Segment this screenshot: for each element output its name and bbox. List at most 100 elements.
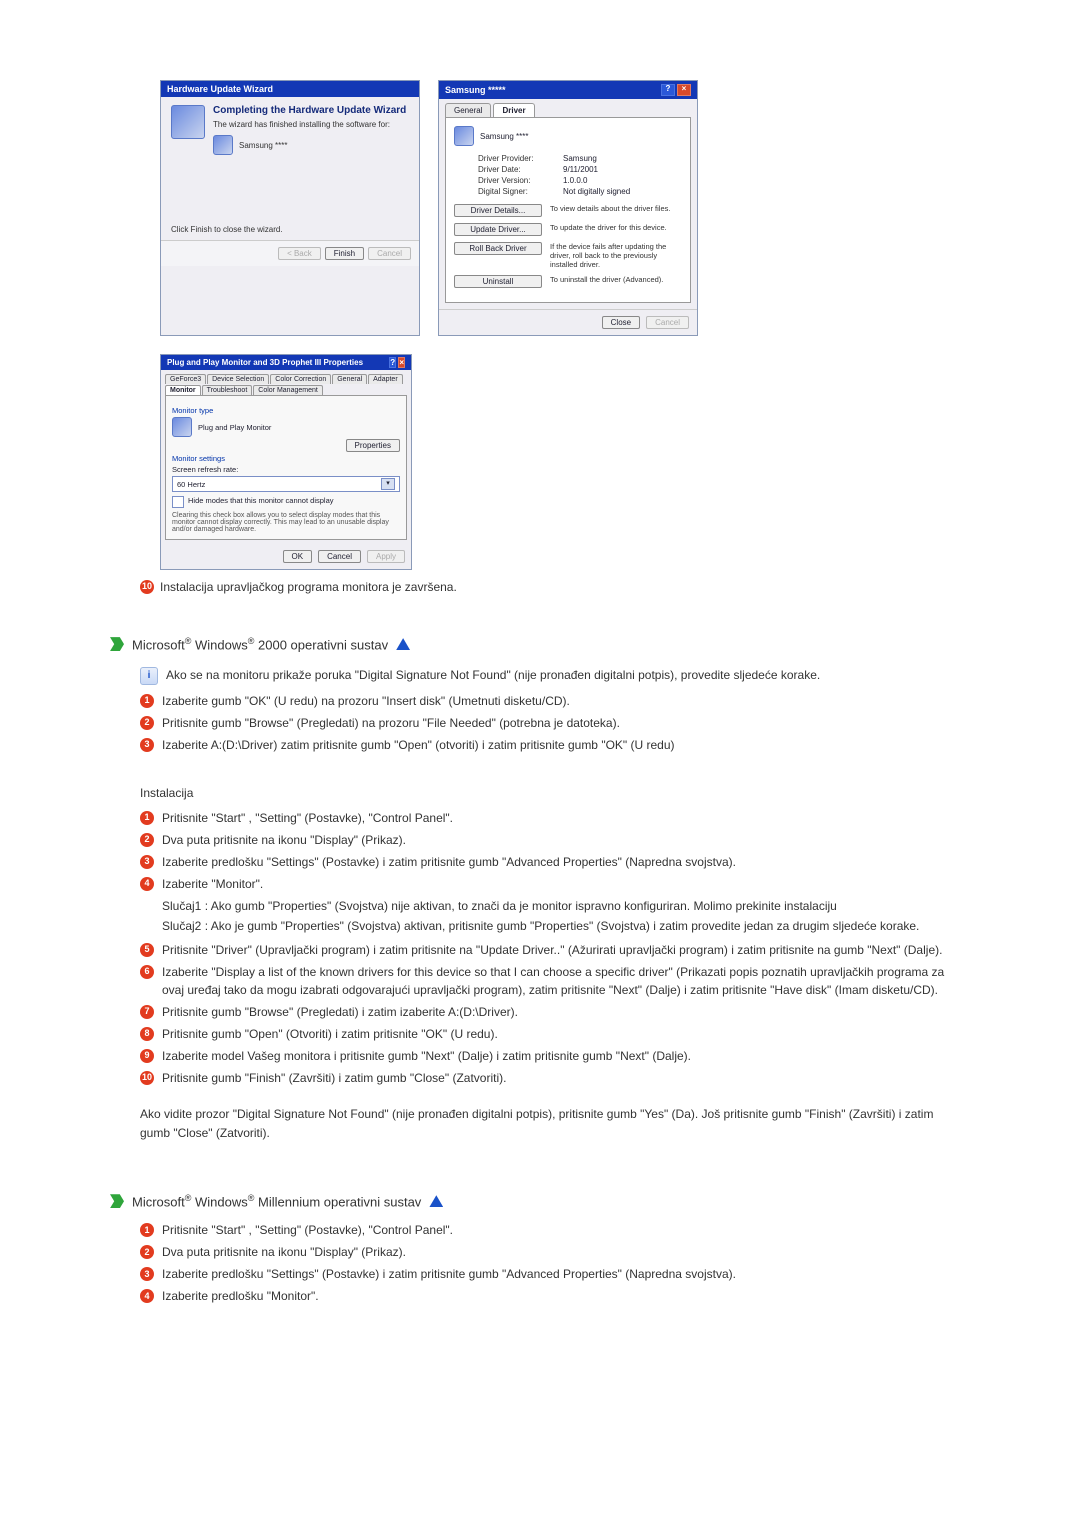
- step-badge-10: 10: [140, 580, 154, 594]
- driver-titlebar: Samsung ***** ? ×: [439, 81, 697, 99]
- tab-troubleshoot[interactable]: Troubleshoot: [202, 385, 253, 395]
- winme-step1: Pritisnite "Start" , "Setting" (Postavke…: [162, 1221, 453, 1239]
- arrow-up-icon[interactable]: [429, 1195, 443, 1207]
- install-step1: Pritisnite "Start" , "Setting" (Postavke…: [162, 809, 453, 827]
- label-version: Driver Version:: [478, 176, 563, 185]
- install-step3: Izaberite predlošku "Settings" (Postavke…: [162, 853, 736, 871]
- wizard-finish-hint: Click Finish to close the wizard.: [171, 225, 409, 234]
- wizard-titlebar: Hardware Update Wizard: [161, 81, 419, 97]
- win2000-heading: Microsoft® Windows® 2000 operativni sust…: [132, 636, 388, 652]
- step-badge: 1: [140, 811, 154, 825]
- close-icon[interactable]: ×: [677, 84, 691, 96]
- step-badge: 4: [140, 877, 154, 891]
- arrow-right-icon: [110, 637, 124, 651]
- install-step10: Pritisnite gumb "Finish" (Završiti) i za…: [162, 1069, 506, 1087]
- step-badge: 1: [140, 1223, 154, 1237]
- monitor-icon: [454, 126, 474, 146]
- install-step4: Izaberite "Monitor".: [162, 875, 263, 893]
- install-step9: Izaberite model Vašeg monitora i pritisn…: [162, 1047, 691, 1065]
- apply-button[interactable]: Apply: [367, 550, 405, 563]
- close-button[interactable]: Close: [602, 316, 640, 329]
- tab-device-selection[interactable]: Device Selection: [207, 374, 269, 384]
- win2000-sig-step2: Pritisnite gumb "Browse" (Pregledati) na…: [162, 714, 620, 732]
- hardware-update-wizard: Hardware Update Wizard Completing the Ha…: [160, 80, 420, 336]
- tab-color-mgmt[interactable]: Color Management: [253, 385, 323, 395]
- label-provider: Driver Provider:: [478, 154, 563, 163]
- rollback-driver-desc: If the device fails after updating the d…: [550, 242, 682, 269]
- value-provider: Samsung: [563, 154, 597, 163]
- rollback-driver-button[interactable]: Roll Back Driver: [454, 242, 542, 255]
- tab-general[interactable]: General: [445, 103, 491, 117]
- value-signer: Not digitally signed: [563, 187, 630, 196]
- tab-general[interactable]: General: [332, 374, 367, 384]
- chevron-down-icon: ▾: [381, 478, 395, 490]
- wizard-device: Samsung ****: [239, 141, 287, 150]
- driver-details-button[interactable]: Driver Details...: [454, 204, 542, 217]
- install-step2: Dva puta pritisnite na ikonu "Display" (…: [162, 831, 406, 849]
- refresh-rate-value: 60 Hertz: [177, 480, 205, 489]
- winme-step3: Izaberite predlošku "Settings" (Postavke…: [162, 1265, 736, 1283]
- uninstall-desc: To uninstall the driver (Advanced).: [550, 275, 682, 284]
- help-icon[interactable]: ?: [389, 357, 396, 368]
- refresh-rate-select[interactable]: 60 Hertz ▾: [172, 476, 400, 492]
- uninstall-button[interactable]: Uninstall: [454, 275, 542, 288]
- arrow-up-icon[interactable]: [396, 638, 410, 650]
- tab-driver[interactable]: Driver: [493, 103, 534, 117]
- cancel-button[interactable]: Cancel: [368, 247, 411, 260]
- tab-adapter[interactable]: Adapter: [368, 374, 403, 384]
- group-monitor-settings: Monitor settings: [172, 454, 400, 463]
- install-step7: Pritisnite gumb "Browse" (Pregledati) i …: [162, 1003, 518, 1021]
- update-driver-button[interactable]: Update Driver...: [454, 223, 542, 236]
- winme-step2: Dva puta pritisnite na ikonu "Display" (…: [162, 1243, 406, 1261]
- finish-button[interactable]: Finish: [325, 247, 364, 260]
- win2000-intro: Ako se na monitoru prikaže poruka "Digit…: [166, 666, 820, 685]
- step-badge: 2: [140, 1245, 154, 1259]
- tab-geforce[interactable]: GeForce3: [165, 374, 206, 384]
- step-badge: 2: [140, 716, 154, 730]
- driver-title: Samsung *****: [445, 85, 506, 95]
- monitor-icon: [172, 417, 192, 437]
- step-badge: 3: [140, 855, 154, 869]
- ok-button[interactable]: OK: [283, 550, 313, 563]
- arrow-right-icon: [110, 1194, 124, 1208]
- driver-device-name: Samsung ****: [480, 132, 528, 141]
- back-button[interactable]: < Back: [278, 247, 321, 260]
- win2000-sig-step3: Izaberite A:(D:\Driver) zatim pritisnite…: [162, 736, 675, 754]
- install-step6: Izaberite "Display a list of the known d…: [162, 963, 950, 999]
- cancel-button[interactable]: Cancel: [646, 316, 689, 329]
- hide-modes-checkbox[interactable]: [172, 496, 184, 508]
- monitor-icon: [213, 135, 233, 155]
- monitor-type-value: Plug and Play Monitor: [198, 423, 271, 432]
- install-step4-case1: Slučaj1 : Ako gumb "Properties" (Svojstv…: [162, 897, 950, 915]
- step-badge: 4: [140, 1289, 154, 1303]
- close-icon[interactable]: ×: [398, 357, 405, 368]
- group-monitor-type: Monitor type: [172, 406, 400, 415]
- step-badge: 6: [140, 965, 154, 979]
- driver-properties-dialog: Samsung ***** ? × General Driver Samsung…: [438, 80, 698, 336]
- monitor-properties-dialog: Plug and Play Monitor and 3D Prophet III…: [160, 354, 412, 570]
- tab-monitor[interactable]: Monitor: [165, 385, 201, 395]
- update-driver-desc: To update the driver for this device.: [550, 223, 682, 232]
- wizard-subtext: The wizard has finished installing the s…: [213, 120, 409, 129]
- step-badge: 2: [140, 833, 154, 847]
- tab-color-correction[interactable]: Color Correction: [270, 374, 331, 384]
- cancel-button[interactable]: Cancel: [318, 550, 361, 563]
- step-badge: 3: [140, 738, 154, 752]
- info-icon: i: [140, 667, 158, 685]
- value-version: 1.0.0.0: [563, 176, 587, 185]
- install-heading: Instalacija: [140, 784, 950, 803]
- winme-heading: Microsoft® Windows® Millennium operativn…: [132, 1193, 421, 1209]
- win2000-sig-step1: Izaberite gumb "OK" (U redu) na prozoru …: [162, 692, 570, 710]
- hide-modes-label: Hide modes that this monitor cannot disp…: [188, 496, 334, 505]
- wizard-icon: [171, 105, 205, 139]
- step-badge: 10: [140, 1071, 154, 1085]
- refresh-rate-label: Screen refresh rate:: [172, 465, 400, 474]
- properties-button[interactable]: Properties: [346, 439, 400, 452]
- monitor-props-title: Plug and Play Monitor and 3D Prophet III…: [167, 358, 363, 367]
- help-icon[interactable]: ?: [661, 84, 675, 96]
- hide-modes-note: Clearing this check box allows you to se…: [172, 512, 400, 533]
- wizard-heading: Completing the Hardware Update Wizard: [213, 105, 409, 116]
- install-step5: Pritisnite "Driver" (Upravljački program…: [162, 941, 942, 959]
- driver-details-desc: To view details about the driver files.: [550, 204, 682, 213]
- wizard-title: Hardware Update Wizard: [167, 84, 273, 94]
